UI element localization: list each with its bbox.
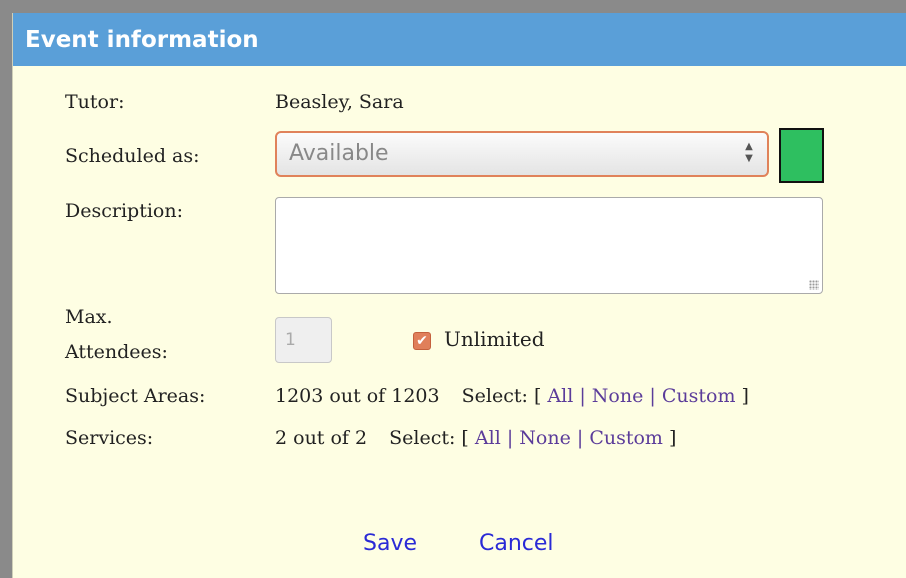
scheduled-as-label: Scheduled as: — [65, 145, 200, 167]
resize-grip-icon[interactable] — [809, 280, 819, 290]
scheduled-as-value: Available — [289, 141, 389, 166]
save-button[interactable]: Save — [363, 531, 417, 556]
event-information-dialog: Event information Tutor: Beasley, Sara S… — [12, 13, 906, 578]
subject-areas-all-link[interactable]: All — [547, 385, 573, 407]
event-color-swatch[interactable] — [779, 128, 824, 183]
subject-areas-row: 1203 out of 1203 Select: [ All | None | … — [275, 385, 749, 407]
services-custom-link[interactable]: Custom — [589, 427, 663, 449]
checkmark-icon: ✔ — [416, 333, 428, 349]
subject-areas-select-label: Select: [ — [461, 385, 542, 407]
description-label: Description: — [65, 200, 183, 222]
tutor-value: Beasley, Sara — [275, 91, 404, 113]
subject-areas-sep-2: | — [649, 385, 656, 407]
services-sep-1: | — [506, 427, 514, 449]
description-textarea[interactable] — [275, 197, 823, 294]
cancel-button[interactable]: Cancel — [479, 531, 554, 556]
select-arrows-icon: ▲ ▼ — [745, 141, 753, 164]
services-all-link[interactable]: All — [475, 427, 501, 449]
services-sep-2: | — [576, 427, 584, 449]
tutor-label: Tutor: — [65, 91, 125, 113]
subject-areas-label: Subject Areas: — [65, 385, 206, 407]
services-select-label: Select: [ — [389, 427, 469, 449]
services-none-link[interactable]: None — [519, 427, 571, 449]
subject-areas-close: ] — [741, 385, 749, 407]
services-row: 2 out of 2 Select: [ All | None | Custom… — [275, 427, 676, 449]
max-attendees-label-line2: Attendees: — [65, 341, 168, 363]
unlimited-label[interactable]: Unlimited — [444, 327, 545, 351]
subject-areas-sep-1: | — [579, 385, 586, 407]
scheduled-as-select[interactable]: Available ▲ ▼ — [275, 131, 769, 177]
subject-areas-count: 1203 out of 1203 — [275, 385, 440, 407]
services-count: 2 out of 2 — [275, 427, 368, 449]
services-label: Services: — [65, 427, 154, 449]
max-attendees-value: 1 — [285, 330, 296, 350]
subject-areas-custom-link[interactable]: Custom — [662, 385, 736, 407]
subject-areas-none-link[interactable]: None — [592, 385, 644, 407]
max-attendees-label-line1: Max. — [65, 306, 113, 328]
services-close: ] — [668, 427, 677, 449]
max-attendees-input[interactable]: 1 — [275, 317, 332, 363]
unlimited-checkbox[interactable]: ✔ — [413, 332, 431, 350]
dialog-title: Event information — [13, 13, 906, 66]
